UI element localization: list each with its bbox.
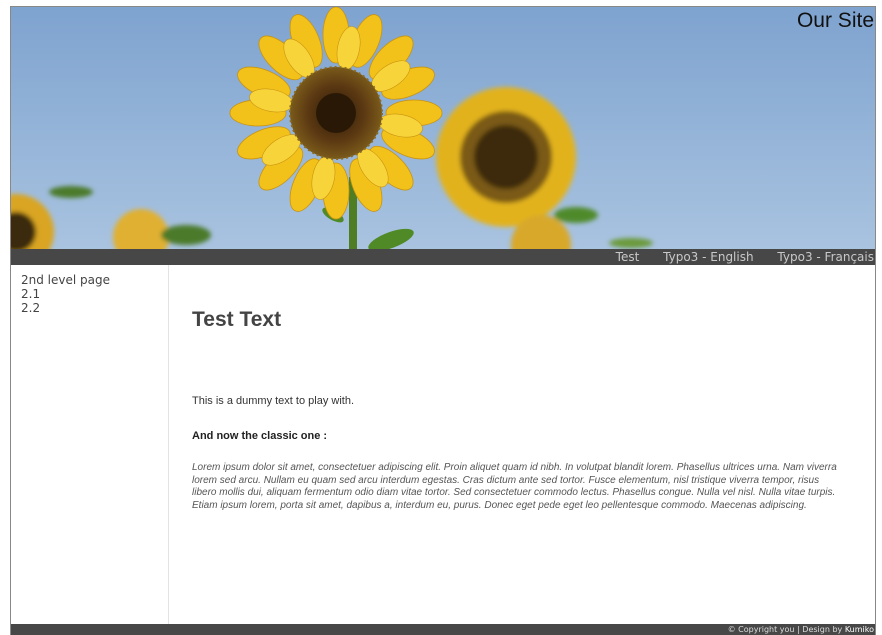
- footer-bar: © Copyright you | Design by Kumiko: [11, 624, 875, 635]
- designer-credit[interactable]: Kumiko: [845, 625, 874, 634]
- nav-item-test[interactable]: Test: [616, 250, 640, 264]
- sidebar-menu: 2nd level page 2.1 2.2: [11, 265, 169, 624]
- page-frame: Our Site Test Typo3 - English Typo3 - Fr…: [10, 6, 876, 635]
- sidebar-item-2-2[interactable]: 2.2: [21, 301, 168, 315]
- section-subheading: And now the classic one :: [192, 430, 328, 442]
- sidebar-item-2nd-level-page[interactable]: 2nd level page: [21, 273, 168, 287]
- header-banner: Our Site: [11, 7, 875, 249]
- lorem-paragraph: Lorem ipsum dolor sit amet, consectetuer…: [192, 462, 837, 511]
- intro-text: This is a dummy text to play with.: [192, 395, 354, 407]
- site-title: Our Site: [796, 9, 874, 32]
- sidebar-item-2-1[interactable]: 2.1: [21, 287, 168, 301]
- nav-item-typo3-francais[interactable]: Typo3 - Français: [777, 250, 874, 264]
- page-title: Test Text: [192, 308, 282, 331]
- copyright-text: © Copyright you | Design by: [727, 625, 843, 634]
- top-navigation: Test Typo3 - English Typo3 - Français: [11, 249, 875, 265]
- sunflower-banner-image: [11, 7, 875, 249]
- nav-item-typo3-english[interactable]: Typo3 - English: [663, 250, 753, 264]
